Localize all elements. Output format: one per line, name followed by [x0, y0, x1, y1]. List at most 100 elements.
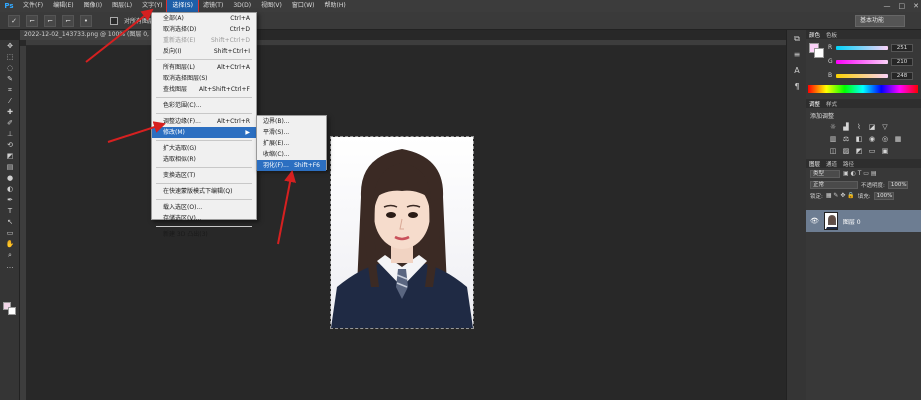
menu-type[interactable]: 文字(Y): [137, 0, 167, 12]
zoom-tool-icon[interactable]: ⌕: [3, 250, 17, 260]
quick-select-tool-icon[interactable]: ✎: [3, 74, 17, 84]
menu-item-refine-edge[interactable]: 调整边缘(F)... Alt+Ctrl+R: [152, 116, 256, 127]
tab-color[interactable]: 颜色: [809, 31, 820, 39]
document-tab[interactable]: 2022-12-02_143733.png @ 100% (图层 0, RGB/…: [20, 30, 170, 40]
eraser-tool-icon[interactable]: ◩: [3, 151, 17, 161]
color-spectrum-bar[interactable]: [808, 85, 918, 93]
menu-item-select-all[interactable]: 全部(A) Ctrl+A: [152, 13, 256, 24]
slider-g-track[interactable]: [836, 59, 888, 64]
slider-b-track[interactable]: [836, 73, 888, 78]
submenu-item-smooth[interactable]: 平滑(S)...: [257, 127, 326, 138]
brush-tool-icon[interactable]: ✐: [3, 118, 17, 128]
healing-tool-icon[interactable]: ✚: [3, 107, 17, 117]
brush-size-icon[interactable]: •: [80, 14, 92, 27]
filter-icons[interactable]: ▣ ◐ T ▭ ▤: [843, 170, 877, 177]
subtract-selection-icon[interactable]: ⌐: [62, 14, 74, 27]
menu-layer[interactable]: 图层(L): [107, 0, 137, 12]
tab-styles[interactable]: 样式: [826, 100, 837, 108]
opacity-field[interactable]: 100%: [887, 180, 908, 189]
levels-icon[interactable]: ▟: [841, 123, 851, 132]
tab-paths[interactable]: 路径: [843, 160, 854, 168]
menu-item-load-selection[interactable]: 载入选区(O)...: [152, 202, 256, 213]
move-tool-icon[interactable]: ✥: [3, 41, 17, 51]
dodge-tool-icon[interactable]: ◐: [3, 184, 17, 194]
menu-item-deselect-layers[interactable]: 取消选择图层(S): [152, 73, 256, 84]
posterize-icon[interactable]: ▨: [841, 147, 851, 156]
selective-color-icon[interactable]: ▣: [880, 147, 890, 156]
color-balance-icon[interactable]: ⚖: [841, 135, 851, 144]
blur-tool-icon[interactable]: ●: [3, 173, 17, 183]
menu-item-similar[interactable]: 选取相似(R): [152, 154, 256, 165]
vibrance-icon[interactable]: ▽: [880, 123, 890, 132]
color-lookup-icon[interactable]: ▦: [893, 135, 903, 144]
character-panel-icon[interactable]: A: [791, 66, 803, 78]
restore-icon[interactable]: □: [899, 2, 906, 10]
menu-item-inverse[interactable]: 反向(I) Shift+Ctrl+I: [152, 46, 256, 57]
menu-file[interactable]: 文件(F): [18, 0, 48, 12]
pen-tool-icon[interactable]: ✒: [3, 195, 17, 205]
brush-preset-icon[interactable]: ✓: [8, 14, 20, 27]
slider-r-track[interactable]: [836, 45, 888, 50]
menu-image[interactable]: 图像(I): [79, 0, 107, 12]
add-selection-icon[interactable]: ⌐: [44, 14, 56, 27]
history-panel-icon[interactable]: ⧉: [791, 34, 803, 46]
gradient-tool-icon[interactable]: ▤: [3, 162, 17, 172]
black-white-icon[interactable]: ◧: [854, 135, 864, 144]
menu-item-grow[interactable]: 扩大选取(G): [152, 143, 256, 154]
properties-panel-icon[interactable]: ≡: [791, 50, 803, 62]
more-tools-icon[interactable]: …: [3, 261, 17, 271]
menu-window[interactable]: 窗口(W): [287, 0, 320, 12]
invert-icon[interactable]: ◫: [828, 147, 838, 156]
menu-select[interactable]: 选择(S): [166, 0, 199, 13]
channel-mixer-icon[interactable]: ◎: [880, 135, 890, 144]
menu-item-new-3d-extrusion[interactable]: 新建 3D 凸出(3): [152, 229, 256, 240]
tab-adjustments[interactable]: 调整: [809, 100, 820, 108]
submenu-item-feather[interactable]: 羽化(F)... Shift+F6: [257, 160, 326, 171]
menu-item-modify[interactable]: 修改(M) ▶: [152, 127, 256, 138]
gradient-map-icon[interactable]: ▭: [867, 147, 877, 156]
slider-r[interactable]: R 251: [806, 42, 921, 53]
minimize-icon[interactable]: —: [884, 2, 891, 10]
marquee-tool-icon[interactable]: ⬚: [3, 52, 17, 62]
menu-item-save-selection[interactable]: 存储选区(V)...: [152, 213, 256, 224]
path-select-icon[interactable]: ↖: [3, 217, 17, 227]
threshold-icon[interactable]: ◩: [854, 147, 864, 156]
paragraph-panel-icon[interactable]: ¶: [791, 82, 803, 94]
hand-tool-icon[interactable]: ✋: [3, 239, 17, 249]
exposure-icon[interactable]: ◪: [867, 123, 877, 132]
shape-tool-icon[interactable]: ▭: [3, 228, 17, 238]
menu-help[interactable]: 帮助(H): [320, 0, 351, 12]
slider-b[interactable]: B 248: [806, 70, 921, 81]
photo-filter-icon[interactable]: ◉: [867, 135, 877, 144]
menu-view[interactable]: 视图(V): [256, 0, 287, 12]
layer-kind-filter[interactable]: 类型: [810, 169, 840, 178]
visibility-eye-icon[interactable]: 👁: [810, 217, 819, 225]
tab-channels[interactable]: 通道: [826, 160, 837, 168]
stamp-tool-icon[interactable]: ⊥: [3, 129, 17, 139]
menu-3d[interactable]: 3D(D): [228, 0, 256, 12]
curves-icon[interactable]: ⌇: [854, 123, 864, 132]
menu-item-deselect[interactable]: 取消选择(D) Ctrl+D: [152, 24, 256, 35]
close-icon[interactable]: ✕: [913, 2, 919, 10]
tab-layers[interactable]: 图层: [809, 160, 820, 168]
brightness-icon[interactable]: ☼: [828, 123, 838, 132]
blend-mode-select[interactable]: 正常: [810, 180, 858, 189]
lasso-tool-icon[interactable]: ◌: [3, 63, 17, 73]
type-tool-icon[interactable]: T: [3, 206, 17, 216]
slider-g[interactable]: G 210: [806, 56, 921, 67]
submenu-item-expand[interactable]: 扩展(E)...: [257, 138, 326, 149]
menu-edit[interactable]: 编辑(E): [48, 0, 78, 12]
layer-row-layer-0[interactable]: 👁 图层 0: [806, 210, 921, 232]
hue-saturation-icon[interactable]: ▥: [828, 135, 838, 144]
workspace-select[interactable]: 基本功能: [855, 15, 905, 27]
menu-item-all-layers[interactable]: 所有图层(L) Alt+Ctrl+A: [152, 62, 256, 73]
tab-swatches[interactable]: 色板: [826, 31, 837, 39]
submenu-item-contract[interactable]: 收缩(C)...: [257, 149, 326, 160]
layer-name[interactable]: 图层 0: [843, 217, 861, 226]
background-color-swatch[interactable]: [8, 307, 16, 315]
document-canvas[interactable]: [330, 136, 474, 329]
menu-item-quick-mask[interactable]: 在快速蒙版模式下编辑(Q): [152, 186, 256, 197]
crop-tool-icon[interactable]: ⌗: [3, 85, 17, 95]
menu-item-find-layers[interactable]: 查找图层 Alt+Shift+Ctrl+F: [152, 84, 256, 95]
eyedropper-tool-icon[interactable]: ⁄: [3, 96, 17, 106]
